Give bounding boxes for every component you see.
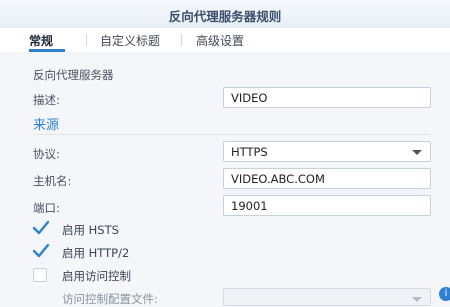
chevron-down-icon bbox=[412, 150, 422, 155]
tab-custom-header[interactable]: 自定义标题 bbox=[100, 32, 160, 49]
access-profile-label: 访问控制配置文件: bbox=[62, 292, 158, 306]
http2-label: 启用 HTTP/2 bbox=[62, 246, 130, 260]
hostname-label: 主机名: bbox=[33, 174, 72, 188]
form-panel: 反向代理服务器 描述: VIDEO 来源 协议: HTTPS 主机名: VIDE… bbox=[0, 52, 450, 306]
checkmark-icon bbox=[32, 243, 50, 258]
description-label: 描述: bbox=[33, 93, 60, 107]
hostname-input[interactable]: VIDEO.ABC.COM bbox=[223, 168, 431, 189]
http2-checkbox[interactable] bbox=[32, 243, 50, 259]
info-icon[interactable]: i bbox=[439, 287, 450, 301]
reverse-proxy-rule-dialog: 反向代理服务器规则 常规 自定义标题 高级设置 反向代理服务器 描述: VIDE… bbox=[0, 0, 450, 306]
source-section-title: 来源 bbox=[33, 118, 60, 133]
tab-divider bbox=[181, 34, 182, 46]
section-divider bbox=[33, 134, 431, 135]
hsts-checkbox[interactable] bbox=[32, 220, 50, 236]
protocol-label: 协议: bbox=[33, 147, 60, 161]
tab-general[interactable]: 常规 bbox=[29, 32, 53, 49]
tab-divider bbox=[86, 34, 87, 46]
protocol-select[interactable]: HTTPS bbox=[223, 141, 431, 162]
title-bar: 反向代理服务器规则 bbox=[0, 0, 450, 29]
port-label: 端口: bbox=[33, 201, 60, 215]
access-control-checkbox[interactable] bbox=[33, 268, 47, 282]
tab-bar: 常规 自定义标题 高级设置 bbox=[0, 28, 450, 53]
tab-advanced-settings[interactable]: 高级设置 bbox=[196, 32, 244, 49]
description-input[interactable]: VIDEO bbox=[223, 87, 431, 108]
port-input[interactable]: 19001 bbox=[223, 195, 431, 216]
dialog-title: 反向代理服务器规则 bbox=[168, 9, 282, 24]
access-profile-select bbox=[223, 288, 431, 306]
hsts-label: 启用 HSTS bbox=[62, 223, 119, 237]
access-control-label: 启用访问控制 bbox=[62, 269, 131, 283]
reverse-proxy-heading: 反向代理服务器 bbox=[33, 68, 114, 82]
checkmark-icon bbox=[32, 220, 50, 235]
protocol-select-value: HTTPS bbox=[231, 145, 268, 159]
